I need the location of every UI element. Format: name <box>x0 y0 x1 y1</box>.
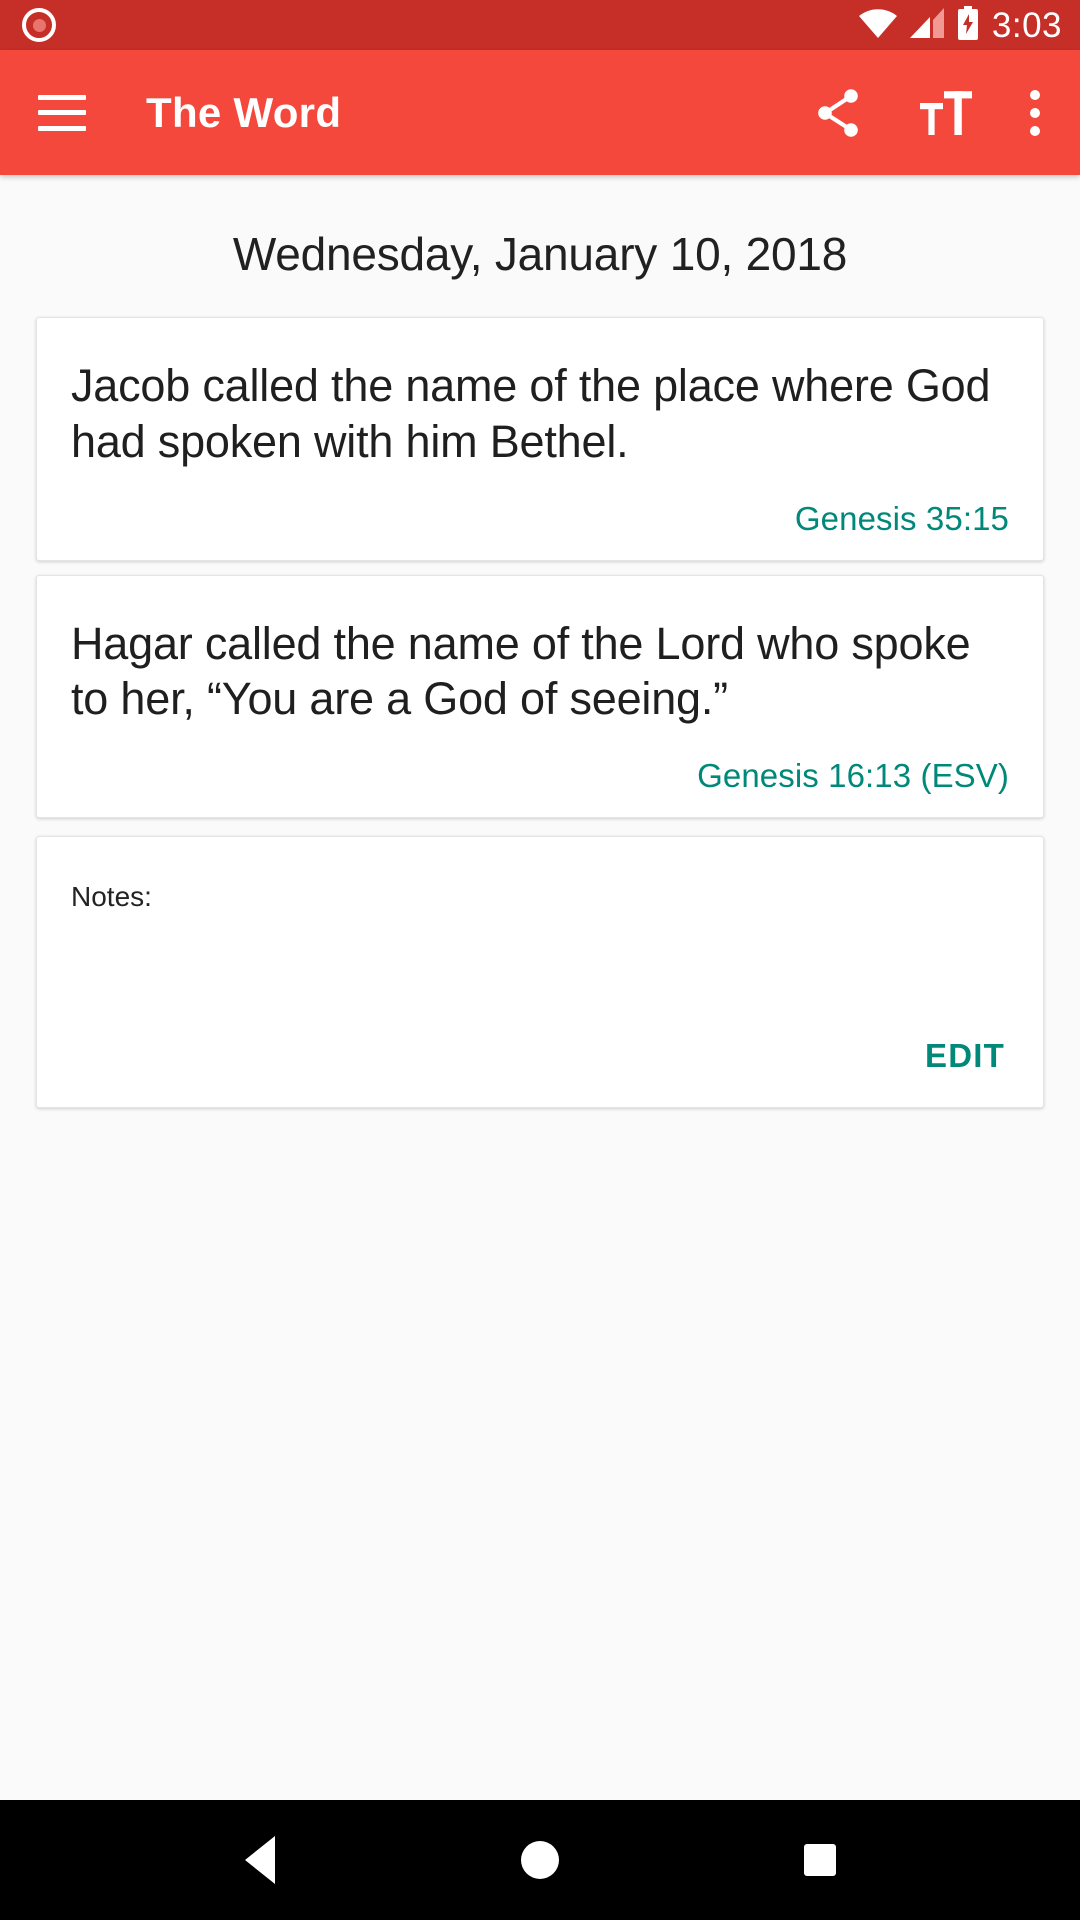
status-bar-clock: 3:03 <box>991 5 1062 45</box>
app-bar: The Word <box>0 50 1080 175</box>
text-size-icon[interactable] <box>920 90 972 136</box>
status-bar: 3:03 <box>0 0 1080 50</box>
android-navigation-bar <box>0 1800 1080 1920</box>
battery-charging-icon <box>957 5 979 45</box>
back-button[interactable] <box>200 1800 320 1920</box>
hamburger-menu-icon[interactable] <box>38 94 86 131</box>
notes-card[interactable]: Notes: EDIT <box>36 836 1044 1109</box>
more-options-icon[interactable] <box>1030 89 1040 136</box>
record-icon <box>22 8 56 42</box>
verse-text: Hagar called the name of the Lord who sp… <box>71 617 971 725</box>
notes-value <box>71 913 1009 1031</box>
cellular-signal-icon <box>909 7 944 43</box>
notes-label: Notes: <box>71 881 152 913</box>
verse-reference[interactable]: Genesis 35:15 <box>71 500 1009 538</box>
verse-reference[interactable]: Genesis 16:13 (ESV) <box>71 757 1009 795</box>
verse-card[interactable]: Hagar called the name of the Lord who sp… <box>36 574 1044 819</box>
verse-text: Jacob called the name of the place where… <box>71 360 991 467</box>
app-bar-actions <box>814 87 1040 139</box>
recent-apps-button[interactable] <box>760 1800 880 1920</box>
home-button[interactable] <box>480 1800 600 1920</box>
app-screen: 3:03 The Word Wednesday, January 10, 201… <box>0 0 1080 1920</box>
date-header: Wednesday, January 10, 2018 <box>232 228 848 280</box>
app-title: The Word <box>146 88 342 136</box>
edit-notes-button[interactable]: EDIT <box>921 1031 1009 1081</box>
wifi-icon <box>858 8 897 43</box>
verse-card[interactable]: Jacob called the name of the place where… <box>36 317 1044 561</box>
share-icon[interactable] <box>814 87 862 139</box>
status-bar-left <box>22 8 56 42</box>
status-bar-right: 3:03 <box>858 5 1062 45</box>
main-content: Wednesday, January 10, 2018 Jacob called… <box>0 175 1080 1800</box>
